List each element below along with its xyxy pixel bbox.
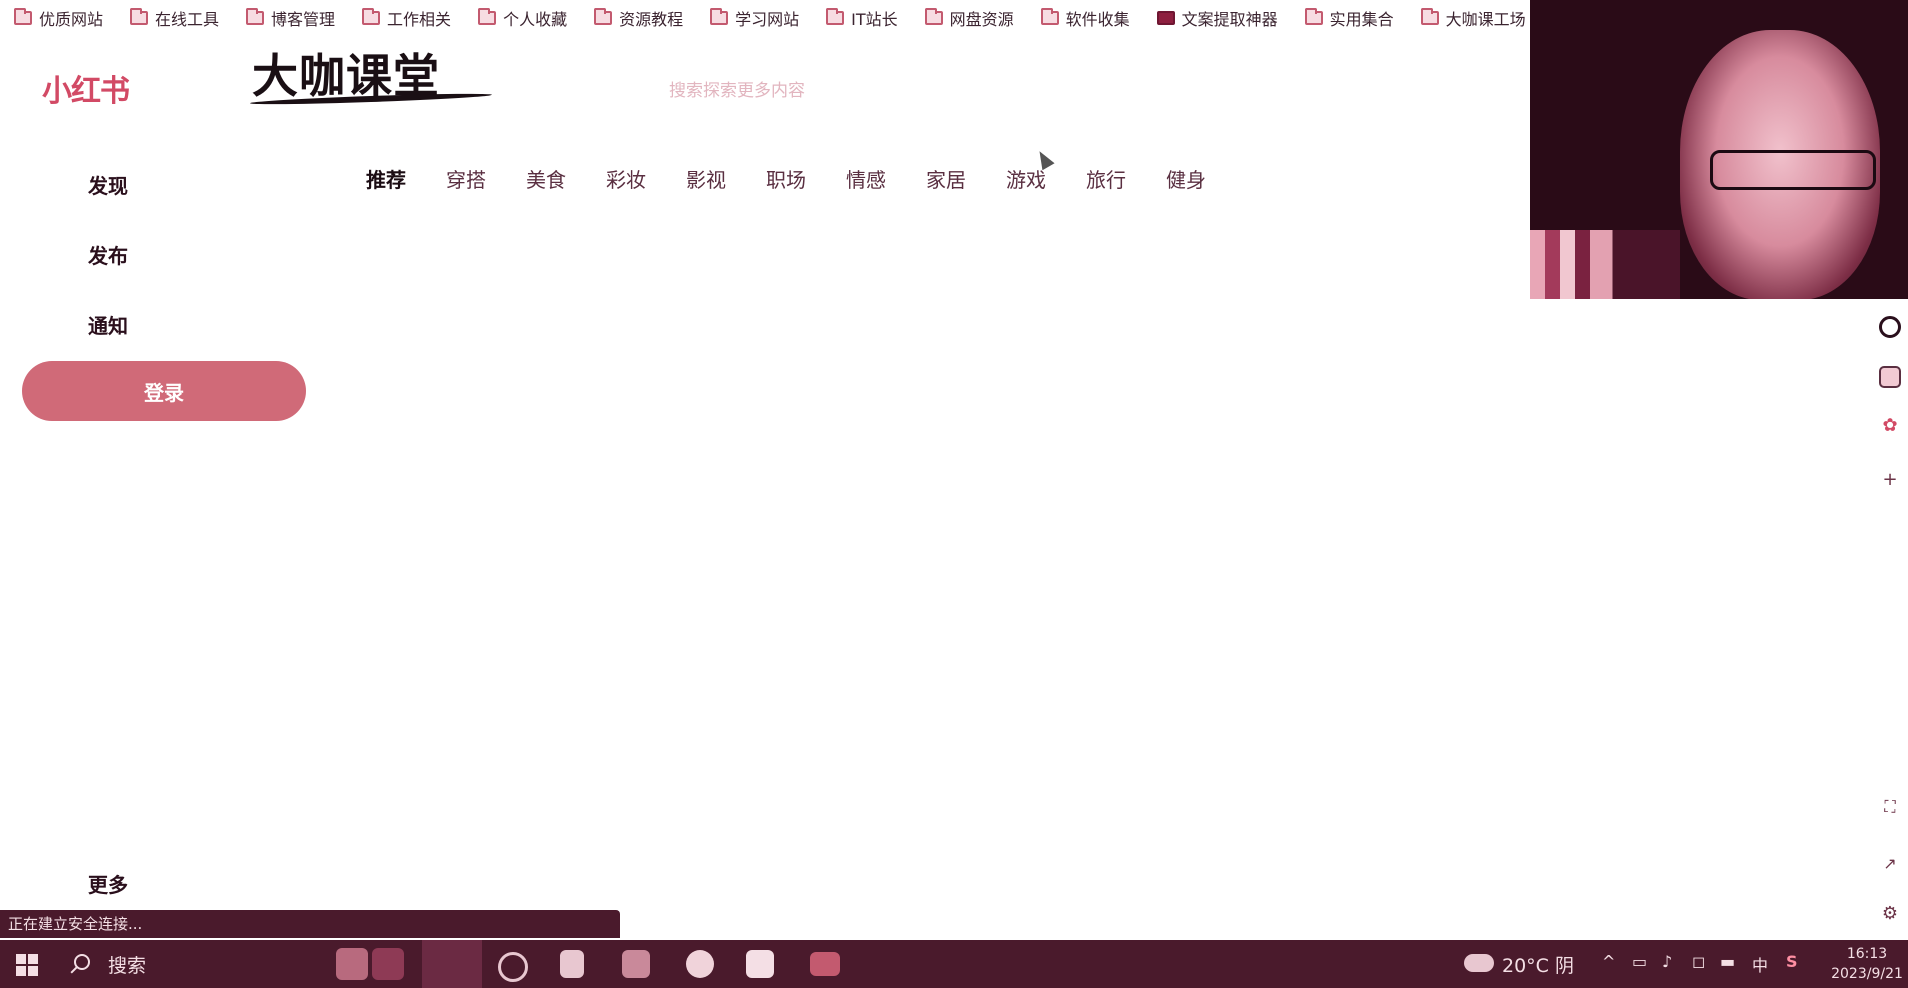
bookmark-folder[interactable]: 博客管理 (246, 6, 335, 30)
bookmark-label: 工作相关 (387, 10, 452, 29)
search-input[interactable]: 搜索探索更多内容 (669, 76, 805, 101)
tab-career[interactable]: 职场 (766, 164, 806, 193)
tab-makeup[interactable]: 彩妆 (606, 164, 646, 193)
bookmark-label: 在线工具 (155, 10, 220, 29)
typora-icon[interactable] (746, 950, 774, 978)
folder-icon (1304, 8, 1323, 25)
bookmarks-bar: 优质网站 在线工具 博客管理 工作相关 个人收藏 资源教程 学习网站 IT站长 … (0, 0, 1530, 36)
folder-icon (1420, 8, 1439, 25)
chrome-icon[interactable] (498, 952, 528, 982)
nav-discover[interactable]: 发现 (88, 170, 128, 199)
mail-icon[interactable] (1879, 366, 1901, 388)
bookmark-label: 文案提取神器 (1181, 10, 1278, 29)
nav-notify[interactable]: 通知 (88, 310, 128, 339)
taskbar-app-browser-active[interactable] (422, 940, 482, 988)
bookmark-folder[interactable]: 软件收集 (1040, 6, 1130, 30)
bookmark-folder[interactable]: 网盘资源 (924, 6, 1014, 30)
tab-emotion[interactable]: 情感 (846, 164, 886, 193)
chevron-up-icon[interactable]: ^ (1602, 952, 1615, 971)
nav-publish[interactable]: 发布 (88, 240, 128, 269)
folder-icon (710, 8, 729, 25)
bookmark-folder[interactable]: IT站长 (826, 6, 898, 30)
channel-tabs: 推荐 穿搭 美食 彩妆 影视 职场 情感 家居 游戏 旅行 健身 (366, 164, 1246, 193)
tab-games[interactable]: 游戏 (1006, 164, 1046, 193)
tab-food[interactable]: 美食 (526, 164, 566, 193)
webcam-overlay (1530, 0, 1908, 299)
bookmark-folder[interactable]: 资源教程 (594, 6, 683, 30)
glasses (1710, 150, 1876, 190)
tray-app-icon[interactable]: ◻ (1692, 952, 1705, 971)
bookshelf (1530, 230, 1680, 299)
tab-outfit[interactable]: 穿搭 (446, 164, 486, 193)
bookmark-label: 资源教程 (619, 10, 684, 29)
bookmark-label: 实用集合 (1329, 10, 1394, 29)
photos-icon[interactable] (622, 950, 650, 978)
bookmark-label: 大咖课工场 (1445, 10, 1526, 29)
screenshot-icon[interactable]: ⛶ (1879, 796, 1901, 818)
gear-icon[interactable]: ⚙ (1879, 902, 1901, 924)
flower-icon[interactable]: ✿ (1879, 414, 1901, 436)
folder-icon (594, 8, 613, 25)
tab-recommend[interactable]: 推荐 (366, 164, 406, 193)
weather-text[interactable]: 20°C 阴 (1502, 951, 1574, 978)
tab-travel[interactable]: 旅行 (1086, 164, 1126, 193)
folder-icon[interactable] (810, 952, 840, 976)
folder-icon (826, 8, 845, 25)
nav-more[interactable]: 更多 (88, 869, 128, 898)
bookmark-label: 软件收集 (1065, 10, 1130, 29)
taskbar-widget-image (372, 948, 404, 980)
flower-app-icon[interactable] (686, 950, 714, 978)
taskbar: 搜索 20°C 阴 ^ ▭ ♪ ◻ ▬ 中 S 16:13 2023/9/21 (0, 940, 1908, 988)
bookmark-label: 网盘资源 (949, 10, 1014, 29)
battery-icon[interactable]: ▬ (1720, 952, 1735, 971)
bookmark-folder[interactable]: 大咖课工场 (1420, 6, 1526, 30)
clock[interactable]: 16:13 2023/9/21 (1828, 944, 1906, 984)
tab-movies[interactable]: 影视 (686, 164, 726, 193)
bookmark-label: 优质网站 (39, 10, 104, 29)
ime-indicator[interactable]: 中 (1752, 952, 1768, 976)
bookmark-folder[interactable]: 优质网站 (14, 6, 103, 30)
bookmark-folder[interactable]: 工作相关 (362, 6, 451, 30)
folder-icon (14, 8, 32, 25)
site-logo[interactable]: 小红书 (42, 66, 130, 110)
status-bar: 正在建立安全连接... (0, 910, 620, 938)
tab-fitness[interactable]: 健身 (1166, 164, 1206, 193)
bookmark-label: 个人收藏 (503, 10, 568, 29)
browser-extension-icon[interactable] (1879, 316, 1901, 338)
bookmark-label: 学习网站 (735, 10, 800, 29)
bookmark-folder[interactable]: 实用集合 (1304, 6, 1394, 30)
folder-icon (362, 8, 381, 25)
volume-icon[interactable]: ♪ (1662, 952, 1672, 971)
windows-start-icon[interactable] (16, 954, 38, 976)
clock-time: 16:13 (1846, 946, 1888, 962)
network-icon[interactable]: ▭ (1632, 952, 1647, 971)
app-icon (1156, 11, 1175, 25)
folder-icon (130, 8, 149, 25)
cloud-icon (1464, 954, 1494, 972)
bookmark-link[interactable]: 文案提取神器 (1156, 6, 1278, 30)
login-button[interactable]: 登录 (22, 361, 306, 421)
bookmark-folder[interactable]: 学习网站 (710, 6, 799, 30)
sogou-icon[interactable]: S (1786, 952, 1798, 971)
folder-icon (1040, 8, 1059, 25)
bookmark-folder[interactable]: 在线工具 (130, 6, 219, 30)
folder-icon (478, 8, 497, 25)
external-link-icon[interactable]: ↗ (1879, 852, 1901, 874)
taskbar-search[interactable]: 搜索 (108, 951, 146, 978)
bookmark-folder[interactable]: 个人收藏 (478, 6, 567, 30)
tab-home[interactable]: 家居 (926, 164, 966, 193)
taskbar-widget-image (336, 948, 368, 980)
search-icon[interactable] (74, 954, 90, 970)
folder-icon (924, 8, 943, 25)
add-icon[interactable]: + (1879, 468, 1901, 490)
folder-icon (246, 8, 265, 25)
bookmark-label: 博客管理 (271, 10, 336, 29)
clock-date: 2023/9/21 (1831, 966, 1903, 982)
bookmark-label: IT站长 (851, 10, 898, 29)
notes-icon[interactable] (560, 950, 584, 978)
